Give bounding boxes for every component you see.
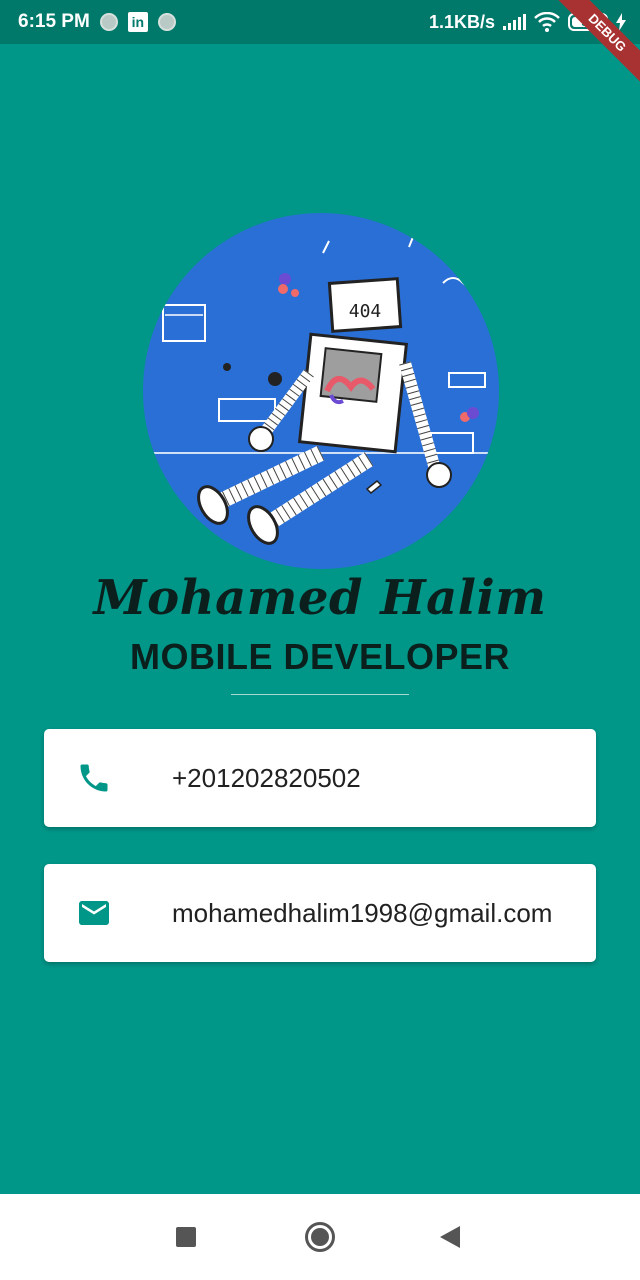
- status-left: 6:15 PM in: [18, 0, 176, 44]
- notification-dot-icon: [99, 13, 118, 31]
- home-icon-center: [311, 1228, 329, 1246]
- home-icon[interactable]: [305, 1222, 335, 1252]
- avatar-404-text: 404: [349, 301, 382, 322]
- notification-dot-icon: [157, 13, 176, 31]
- recents-icon[interactable]: [176, 1227, 196, 1247]
- robot-404-illustration: 404: [153, 236, 489, 545]
- profile-name: Mohamed Halim: [93, 570, 547, 626]
- profile-avatar: 404: [143, 213, 499, 569]
- profile-title: MOBILE DEVELOPER: [129, 636, 511, 677]
- status-time: 6:15 PM: [18, 11, 90, 32]
- phone-icon: [80, 764, 108, 792]
- email-address: mohamedhalim1998@gmail.com: [172, 898, 553, 928]
- email-card[interactable]: mohamedhalim1998@gmail.com: [44, 864, 596, 962]
- phone-card[interactable]: +201202820502: [44, 729, 596, 827]
- network-speed: 1.1KB/s: [428, 11, 495, 32]
- back-icon[interactable]: [440, 1226, 460, 1248]
- email-icon: [79, 901, 109, 925]
- linkedin-icon: in: [127, 12, 148, 32]
- wifi-icon: [534, 12, 560, 32]
- divider: [231, 694, 409, 695]
- signal-icon: [503, 14, 526, 30]
- phone-number: +201202820502: [172, 763, 361, 793]
- navigation-bar: [0, 1194, 640, 1280]
- status-bar: 6:15 PM in 1.1KB/s 56: [0, 0, 640, 44]
